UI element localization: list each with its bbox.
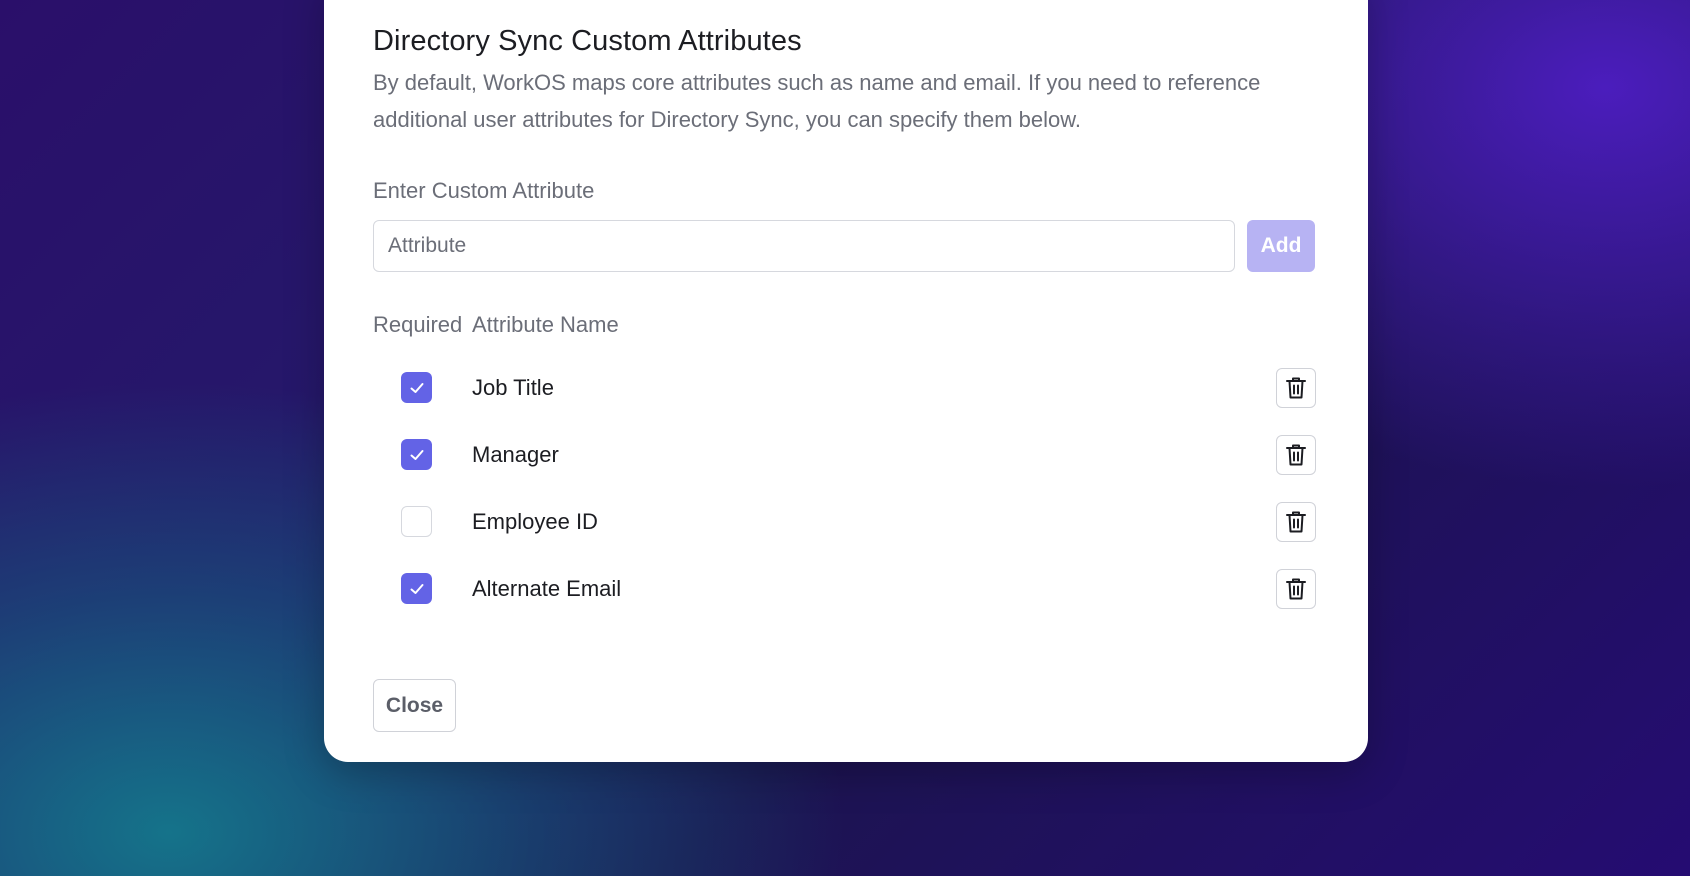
delete-button[interactable]: [1276, 568, 1316, 609]
attributes-list: Job Title Manager Employee ID Alternate …: [373, 354, 1316, 622]
trash-icon: [1286, 511, 1306, 532]
dialog-content: Directory Sync Custom Attributes By defa…: [373, 22, 1316, 732]
delete-button[interactable]: [1276, 501, 1316, 542]
column-required: Required: [373, 312, 463, 337]
custom-attribute-label: Enter Custom Attribute: [373, 178, 595, 203]
attribute-name: Employee ID: [472, 508, 598, 534]
required-checkbox[interactable]: [401, 573, 432, 604]
add-button[interactable]: Add: [1247, 220, 1315, 272]
attribute-row: Job Title: [373, 354, 1316, 421]
dialog-description: By default, WorkOS maps core attributes …: [373, 70, 1261, 132]
attribute-row: Alternate Email: [373, 555, 1316, 622]
dialog-title: Directory Sync Custom Attributes: [373, 25, 802, 57]
attribute-name: Job Title: [472, 374, 554, 400]
delete-button[interactable]: [1276, 367, 1316, 408]
add-attribute-row: Add: [373, 220, 1316, 272]
delete-button[interactable]: [1276, 434, 1316, 475]
trash-icon: [1286, 377, 1306, 398]
column-attribute-name: Attribute Name: [472, 312, 619, 337]
attribute-name: Manager: [472, 441, 559, 467]
attribute-row: Manager: [373, 421, 1316, 488]
trash-icon: [1286, 578, 1306, 599]
required-checkbox[interactable]: [401, 372, 432, 403]
close-button[interactable]: Close: [373, 679, 456, 732]
check-icon: [410, 583, 423, 594]
required-checkbox[interactable]: [401, 506, 432, 537]
attributes-table-header: Required Attribute Name: [373, 310, 1316, 340]
custom-attributes-dialog: Directory Sync Custom Attributes By defa…: [324, 0, 1368, 762]
attribute-name: Alternate Email: [472, 575, 622, 601]
check-icon: [410, 382, 423, 393]
required-checkbox[interactable]: [401, 439, 432, 470]
check-icon: [410, 449, 423, 460]
trash-icon: [1286, 444, 1306, 465]
attribute-input[interactable]: [373, 220, 1235, 272]
attribute-row: Employee ID: [373, 488, 1316, 555]
